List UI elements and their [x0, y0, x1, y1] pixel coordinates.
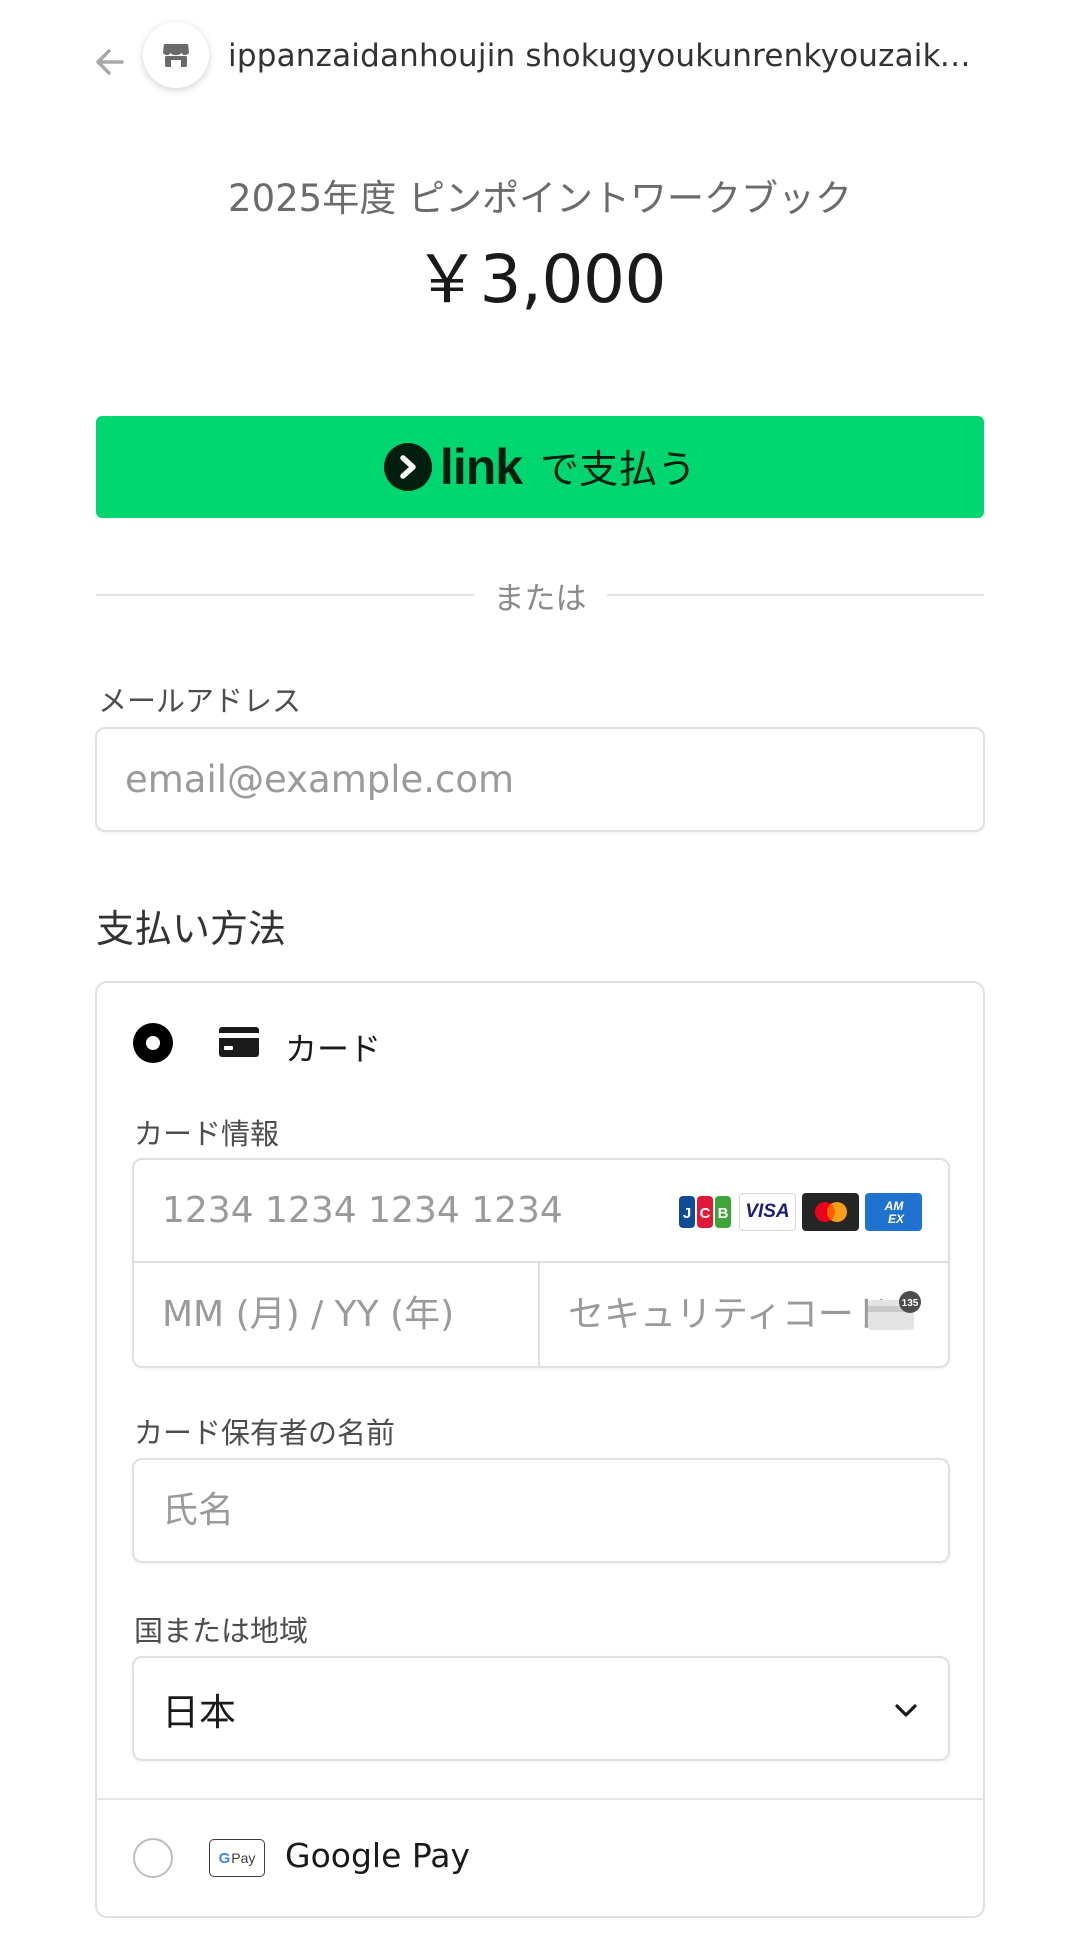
product-summary: 2025年度 ピンポイントワークブック ￥3,000 — [0, 168, 1080, 322]
email-label: メールアドレス — [98, 684, 302, 718]
jcb-icon: J C B — [676, 1193, 733, 1231]
google-pay-label[interactable]: Google Pay — [285, 1836, 470, 1875]
mastercard-icon — [802, 1193, 859, 1231]
card-option-label[interactable]: カード — [285, 1024, 381, 1070]
country-select[interactable]: 日本 — [132, 1656, 950, 1761]
link-logo: link — [383, 438, 523, 496]
payment-method-box: カード カード情報 J C B VISA — [95, 981, 985, 1918]
svg-text:C: C — [699, 1205, 710, 1222]
chevron-down-icon — [895, 1704, 917, 1717]
card-info-label: カード情報 — [134, 1117, 280, 1151]
cvc-card-icon: 135 — [866, 1290, 922, 1338]
merchant-name: ippanzaidanhoujin shokugyoukunrenkyouzai… — [228, 38, 980, 74]
link-wordmark: link — [439, 439, 523, 495]
product-price: ￥3,000 — [414, 241, 666, 318]
cardholder-name-input[interactable] — [132, 1458, 950, 1563]
store-icon — [163, 44, 189, 67]
svg-text:EX: EX — [887, 1212, 904, 1226]
country-label: 国または地域 — [134, 1614, 309, 1648]
visa-icon: VISA — [739, 1193, 796, 1231]
card-expiry-input[interactable] — [134, 1263, 540, 1366]
back-button[interactable] — [92, 44, 128, 80]
svg-text:AM: AM — [883, 1199, 904, 1213]
google-pay-radio[interactable] — [133, 1838, 173, 1878]
svg-text:B: B — [717, 1205, 728, 1222]
email-input[interactable] — [95, 727, 985, 832]
google-pay-icon-text: Pay — [231, 1850, 256, 1866]
product-name: 2025年度 ピンポイントワークブック — [228, 177, 852, 220]
country-value: 日本 — [162, 1690, 236, 1734]
or-divider: または — [96, 570, 984, 620]
google-pay-icon: G Pay — [209, 1839, 265, 1877]
cvc-icon-text: 135 — [902, 1298, 919, 1309]
svg-text:J: J — [682, 1205, 690, 1222]
divider-text: または — [493, 580, 587, 617]
amex-icon: AM EX — [865, 1193, 922, 1231]
arrow-left-icon — [96, 49, 124, 75]
link-chevron-icon — [383, 443, 432, 491]
payment-method-title: 支払い方法 — [96, 907, 287, 951]
divider-line — [606, 594, 984, 596]
card-details-group: J C B VISA AM EX — [132, 1158, 950, 1368]
credit-card-icon — [219, 1027, 259, 1057]
link-button-label: で支払う — [540, 448, 697, 493]
pay-with-link-button[interactable]: link で支払う — [96, 416, 984, 518]
cardholder-name-label: カード保有者の名前 — [134, 1416, 396, 1450]
card-radio[interactable] — [133, 1023, 173, 1063]
merchant-logo — [143, 22, 209, 88]
divider-line — [96, 594, 474, 596]
card-brands: J C B VISA AM EX — [676, 1193, 922, 1231]
option-separator — [97, 1798, 983, 1800]
header: ippanzaidanhoujin shokugyoukunrenkyouzai… — [0, 22, 1080, 102]
